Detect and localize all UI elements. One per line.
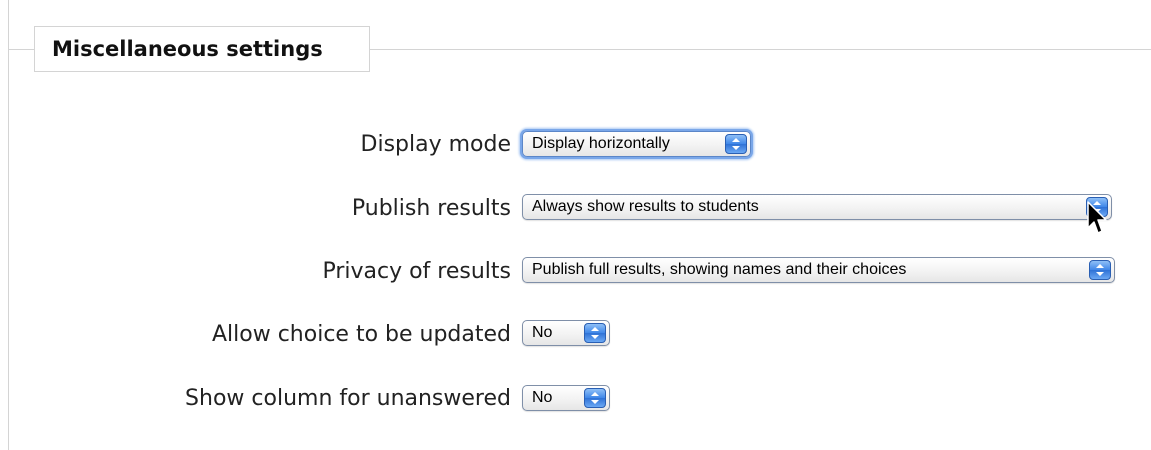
settings-page: Miscellaneous settings Display mode Disp… (0, 0, 1151, 450)
allow-update-label: Allow choice to be updated (211, 322, 511, 347)
publish-results-select[interactable]: Always show results to students (522, 194, 1112, 220)
publish-results-value: Always show results to students (532, 198, 759, 215)
show-unanswered-value: No (532, 389, 553, 406)
show-unanswered-select[interactable]: No (522, 385, 610, 411)
privacy-of-results-value: Publish full results, showing names and … (532, 261, 907, 278)
allow-update-select[interactable]: No (522, 320, 610, 346)
privacy-of-results-select[interactable]: Publish full results, showing names and … (522, 257, 1115, 283)
privacy-of-results-label: Privacy of results (322, 259, 511, 284)
fieldset-legend: Miscellaneous settings (34, 26, 370, 72)
up-down-arrows-icon (584, 323, 606, 343)
show-unanswered-label: Show column for unanswered (185, 386, 511, 411)
up-down-arrows-icon (725, 134, 747, 154)
up-down-arrows-icon (584, 388, 606, 408)
display-mode-select[interactable]: Display horizontally (522, 131, 751, 157)
publish-results-label: Publish results (351, 196, 511, 221)
fieldset-border-left (8, 0, 9, 450)
allow-update-value: No (532, 324, 553, 341)
mouse-pointer-icon (1086, 201, 1108, 241)
display-mode-value: Display horizontally (532, 135, 670, 152)
display-mode-label: Display mode (360, 132, 511, 157)
up-down-arrows-icon (1089, 260, 1111, 280)
